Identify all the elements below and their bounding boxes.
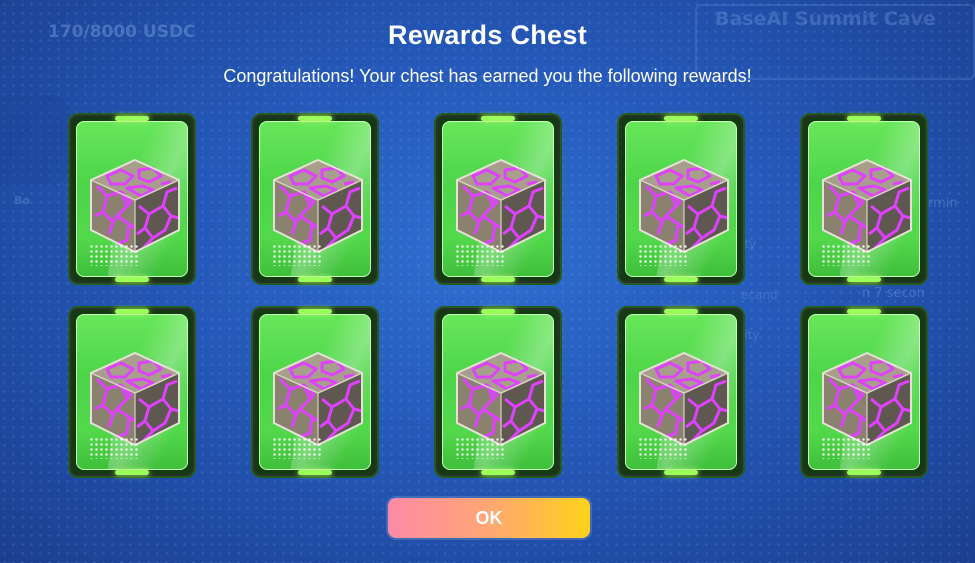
card-bottom-notch	[847, 277, 881, 282]
card-top-notch	[298, 309, 332, 314]
card-top-notch	[481, 309, 515, 314]
crystal-cube-icon	[273, 158, 363, 254]
card-dot-pattern	[821, 244, 871, 266]
reward-card[interactable]	[251, 306, 379, 478]
card-dot-pattern	[272, 437, 322, 459]
card-bottom-notch	[664, 470, 698, 475]
crystal-cube-icon	[822, 351, 912, 447]
card-bottom-notch	[481, 277, 515, 282]
reward-card-face	[442, 314, 554, 470]
card-top-notch	[664, 116, 698, 121]
card-bottom-notch	[847, 470, 881, 475]
reward-card-face	[76, 314, 188, 470]
card-dot-pattern	[455, 244, 505, 266]
card-bottom-notch	[115, 277, 149, 282]
reward-card-face	[808, 121, 920, 277]
card-bottom-notch	[115, 470, 149, 475]
card-bottom-notch	[298, 470, 332, 475]
card-bottom-notch	[298, 277, 332, 282]
crystal-cube-icon	[273, 351, 363, 447]
card-dot-pattern	[638, 244, 688, 266]
card-dot-pattern	[821, 437, 871, 459]
reward-card-face	[625, 314, 737, 470]
reward-card[interactable]	[251, 113, 379, 285]
crystal-cube-icon	[639, 351, 729, 447]
reward-card-face	[808, 314, 920, 470]
card-dot-pattern	[638, 437, 688, 459]
crystal-cube-icon	[456, 351, 546, 447]
reward-card[interactable]	[434, 306, 562, 478]
card-dot-pattern	[89, 244, 139, 266]
reward-card[interactable]	[800, 113, 928, 285]
card-dot-pattern	[89, 437, 139, 459]
reward-card[interactable]	[617, 113, 745, 285]
crystal-cube-icon	[822, 158, 912, 254]
card-bottom-notch	[664, 277, 698, 282]
ok-button[interactable]: OK	[388, 498, 590, 538]
card-top-notch	[115, 309, 149, 314]
reward-card-face	[442, 121, 554, 277]
card-top-notch	[115, 116, 149, 121]
reward-card[interactable]	[68, 113, 196, 285]
card-dot-pattern	[455, 437, 505, 459]
crystal-cube-icon	[90, 158, 180, 254]
crystal-cube-icon	[456, 158, 546, 254]
reward-card-face	[259, 314, 371, 470]
background-left-label: Bo	[14, 194, 30, 207]
card-top-notch	[481, 116, 515, 121]
reward-card[interactable]	[800, 306, 928, 478]
crystal-cube-icon	[639, 158, 729, 254]
reward-card[interactable]	[617, 306, 745, 478]
card-top-notch	[298, 116, 332, 121]
reward-card-face	[625, 121, 737, 277]
reward-grid	[68, 113, 928, 478]
card-dot-pattern	[272, 244, 322, 266]
crystal-cube-icon	[90, 351, 180, 447]
reward-card-face	[259, 121, 371, 277]
reward-card[interactable]	[68, 306, 196, 478]
card-bottom-notch	[481, 470, 515, 475]
dialog-title: Rewards Chest	[388, 20, 587, 50]
dialog-subtitle: Congratulations! Your chest has earned y…	[223, 66, 752, 86]
reward-card[interactable]	[434, 113, 562, 285]
reward-card-face	[76, 121, 188, 277]
card-top-notch	[847, 116, 881, 121]
background-right-label: rmin	[928, 196, 958, 211]
card-top-notch	[847, 309, 881, 314]
card-top-notch	[664, 309, 698, 314]
background-left-panel	[0, 95, 70, 185]
